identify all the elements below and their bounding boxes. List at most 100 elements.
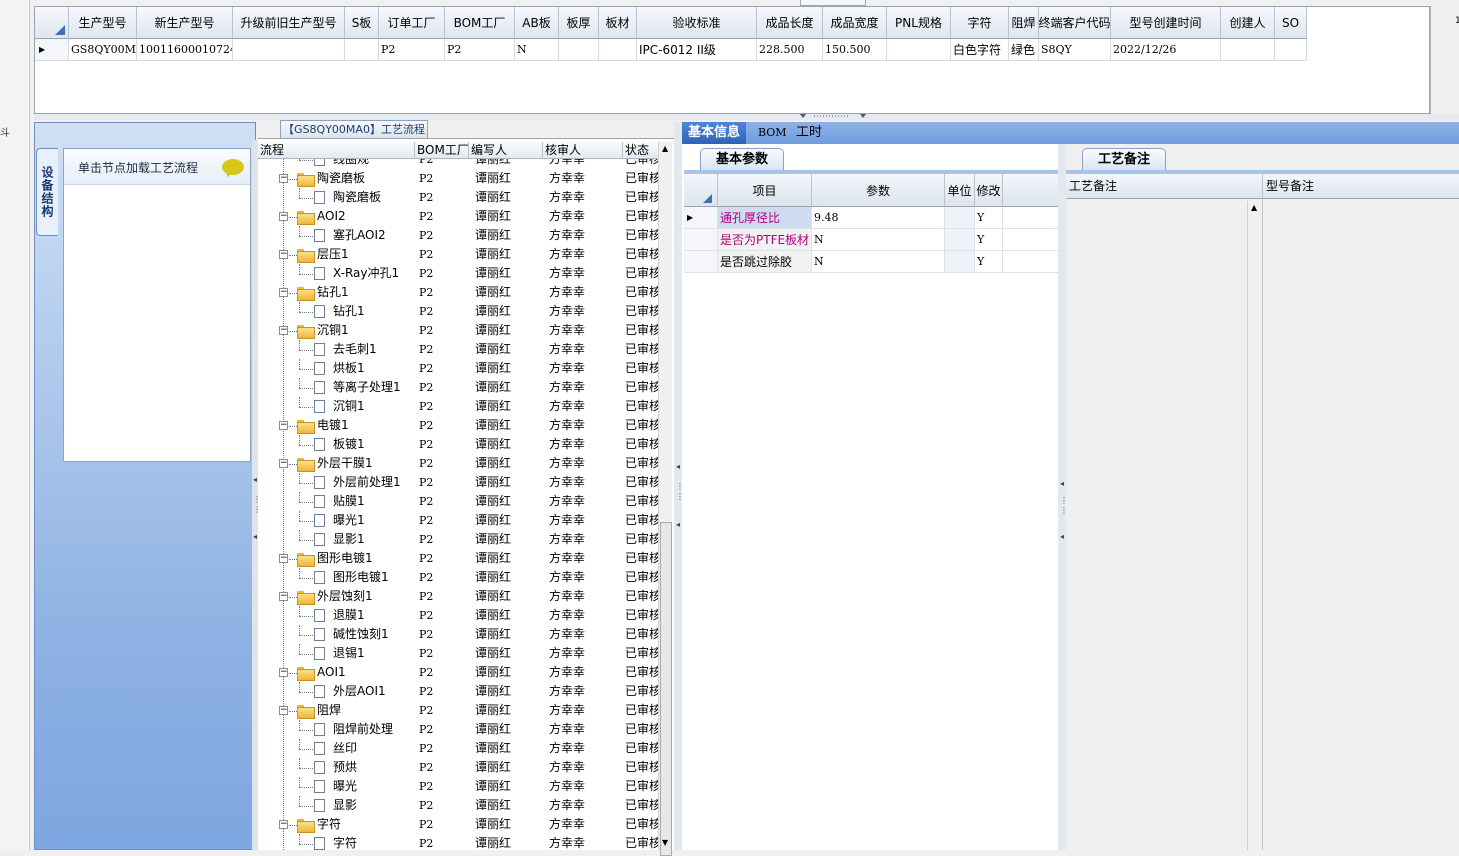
row-selector[interactable]: ▶ (35, 39, 69, 61)
col-item[interactable]: 项目 (718, 174, 812, 207)
tree-row[interactable]: 图形电镀1 P2 谭丽红 方幸幸 已审核 (258, 568, 658, 587)
right-splitter[interactable]: ◂ ⋮ ⋮ ◂ (1058, 144, 1068, 850)
param-modified-cell[interactable]: Y (975, 251, 1003, 273)
grid-cell[interactable]: 10011600010724 (137, 39, 233, 61)
col-header[interactable]: AB板 (515, 7, 559, 39)
col-bom-factory[interactable]: BOM工厂 (415, 142, 469, 159)
tree-row[interactable]: X-Ray冲孔1 P2 谭丽红 方幸幸 已审核 (258, 264, 658, 283)
grid-cell[interactable]: P2 (445, 39, 515, 61)
grid-cell[interactable]: P2 (379, 39, 445, 61)
collapse-toggle[interactable]: − (279, 326, 288, 335)
col-unit[interactable]: 单位 (945, 174, 975, 207)
col-header[interactable]: 新生产型号 (137, 7, 233, 39)
col-header[interactable]: 创建人 (1221, 7, 1275, 39)
param-unit-cell[interactable] (945, 207, 975, 229)
param-value-cell[interactable]: N (812, 229, 945, 251)
grid-cell[interactable]: 150.500 (823, 39, 887, 61)
col-header[interactable]: 升级前旧生产型号 (233, 7, 345, 39)
grid-cell[interactable] (1221, 39, 1275, 61)
grid-cell[interactable] (559, 39, 599, 61)
collapse-toggle[interactable]: − (279, 174, 288, 183)
col-header[interactable]: 成品长度 (757, 7, 823, 39)
tree-row[interactable]: 钻孔1 P2 谭丽红 方幸幸 已审核 (258, 302, 658, 321)
tree-row[interactable]: 字符 P2 谭丽红 方幸幸 已审核 (258, 834, 658, 850)
nav-header[interactable]: 单击节点加载工艺流程 (64, 149, 250, 185)
scroll-up-icon[interactable]: ▲ (1251, 203, 1257, 212)
tree-row[interactable]: 丝印 P2 谭丽红 方幸幸 已审核 (258, 739, 658, 758)
param-value-cell[interactable]: 9.48 (812, 207, 945, 229)
collapse-toggle[interactable]: − (279, 459, 288, 468)
param-unit-cell[interactable] (945, 229, 975, 251)
grid-cell[interactable]: GS8QY00MA0 (69, 39, 137, 61)
horizontal-splitter[interactable] (34, 114, 1459, 120)
col-header[interactable]: 板厚 (559, 7, 599, 39)
collapse-toggle[interactable]: − (279, 820, 288, 829)
row-selector[interactable]: ▶ (684, 207, 718, 229)
tree-row[interactable]: 显影1 P2 谭丽红 方幸幸 已审核 (258, 530, 658, 549)
collapse-toggle[interactable]: − (279, 288, 288, 297)
splitter-grip[interactable] (800, 114, 866, 120)
process-notes-field[interactable] (1066, 199, 1263, 850)
collapse-toggle[interactable]: − (279, 592, 288, 601)
splitter-grip-top[interactable] (800, 0, 866, 6)
tab-bom[interactable]: BOM (752, 122, 793, 144)
model-grid-scrollbar[interactable]: 1 (1430, 6, 1459, 114)
tree-row[interactable]: − 层压1 P2 谭丽红 方幸幸 已审核 (258, 245, 658, 264)
grid-cell[interactable] (1275, 39, 1307, 61)
tree-row[interactable]: − 外层干膜1 P2 谭丽红 方幸幸 已审核 (258, 454, 658, 473)
grid-cell[interactable] (887, 39, 951, 61)
row-selector[interactable] (684, 251, 718, 273)
col-header[interactable]: 验收标准 (637, 7, 757, 39)
tree-row[interactable]: 外层前处理1 P2 谭丽红 方幸幸 已审核 (258, 473, 658, 492)
tree-row[interactable]: 曝光 P2 谭丽红 方幸幸 已审核 (258, 777, 658, 796)
notes-scrollbar[interactable]: ▲ (1247, 201, 1261, 850)
col-reviewer[interactable]: 核审人 (543, 142, 623, 159)
tree-row[interactable]: − 图形电镀1 P2 谭丽红 方幸幸 已审核 (258, 549, 658, 568)
grid-cell[interactable]: 228.500 (757, 39, 823, 61)
collapse-toggle[interactable]: − (279, 212, 288, 221)
tree-row[interactable]: 贴膜1 P2 谭丽红 方幸幸 已审核 (258, 492, 658, 511)
col-process[interactable]: 流程 (258, 142, 415, 159)
param-modified-cell[interactable]: Y (975, 229, 1003, 251)
tree-row[interactable]: − 字符 P2 谭丽红 方幸幸 已审核 (258, 815, 658, 834)
tree-row[interactable]: 曝光1 P2 谭丽红 方幸幸 已审核 (258, 511, 658, 530)
col-modified[interactable]: 修改 (975, 174, 1003, 207)
col-status[interactable]: 状态 (623, 142, 658, 159)
tab-process-notes[interactable]: 工艺备注 (1082, 148, 1166, 170)
row-selector[interactable] (684, 229, 718, 251)
tree-row[interactable]: − 阻焊 P2 谭丽红 方幸幸 已审核 (258, 701, 658, 720)
tab-labor-time[interactable]: 工时 (790, 122, 828, 144)
tree-row[interactable]: − 沉铜1 P2 谭丽红 方幸幸 已审核 (258, 321, 658, 340)
tree-row[interactable]: 预烘 P2 谭丽红 方幸幸 已审核 (258, 758, 658, 777)
tree-row[interactable]: 退膜1 P2 谭丽红 方幸幸 已审核 (258, 606, 658, 625)
tree-row[interactable]: 阻焊前处理 P2 谭丽红 方幸幸 已审核 (258, 720, 658, 739)
collapse-toggle[interactable]: − (279, 421, 288, 430)
tab-basic-info[interactable]: 基本信息 (682, 122, 747, 144)
tree-row[interactable]: 塞孔AOI2 P2 谭丽红 方幸幸 已审核 (258, 226, 658, 245)
collapse-toggle[interactable]: − (279, 554, 288, 563)
col-header[interactable]: SO (1275, 7, 1307, 39)
tree-row[interactable]: 板镀1 P2 谭丽红 方幸幸 已审核 (258, 435, 658, 454)
col-header[interactable]: 板材 (599, 7, 637, 39)
scroll-down-icon[interactable]: ▼ (662, 838, 668, 847)
grid-cell[interactable] (233, 39, 345, 61)
process-tree-scrollbar[interactable]: ▲ ▼ (658, 142, 672, 856)
col-header[interactable]: 终端客户代码 (1039, 7, 1111, 39)
scroll-up-icon[interactable]: ▲ (662, 144, 668, 153)
tree-row[interactable]: 陶瓷磨板 P2 谭丽红 方幸幸 已审核 (258, 188, 658, 207)
col-header[interactable]: S板 (345, 7, 379, 39)
col-header[interactable]: 字符 (951, 7, 1009, 39)
col-header[interactable]: 生产型号 (69, 7, 137, 39)
col-header[interactable]: BOM工厂 (445, 7, 515, 39)
col-header[interactable]: 阻焊 (1009, 7, 1039, 39)
tree-row[interactable]: 外层AOI1 P2 谭丽红 方幸幸 已审核 (258, 682, 658, 701)
collapse-toggle[interactable]: − (279, 706, 288, 715)
collapse-toggle[interactable]: − (279, 250, 288, 259)
tree-row[interactable]: − AOI1 P2 谭丽红 方幸幸 已审核 (258, 663, 658, 682)
grid-cell[interactable] (599, 39, 637, 61)
param-unit-cell[interactable] (945, 251, 975, 273)
vertical-tab-device-structure[interactable]: 设备结构 (36, 148, 58, 236)
tree-row[interactable]: 等离子处理1 P2 谭丽红 方幸幸 已审核 (258, 378, 658, 397)
tree-row[interactable]: − 外层蚀刻1 P2 谭丽红 方幸幸 已审核 (258, 587, 658, 606)
col-param[interactable]: 参数 (812, 174, 945, 207)
